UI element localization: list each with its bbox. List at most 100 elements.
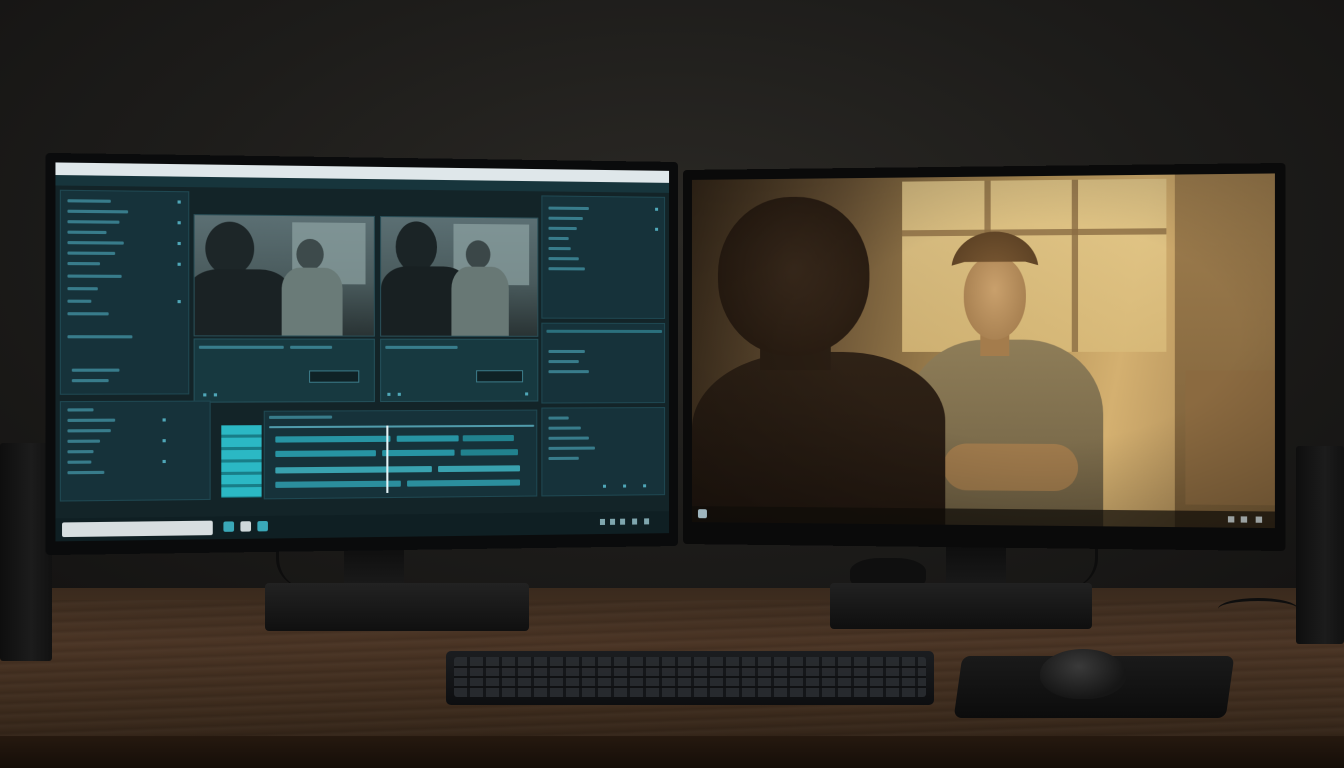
panel-icon[interactable] (602, 484, 607, 488)
program-toolbar[interactable] (385, 345, 458, 349)
tray-icon[interactable] (1255, 516, 1263, 523)
effects-row[interactable] (548, 206, 589, 211)
program-transport-controls (380, 338, 539, 403)
project-row[interactable] (67, 199, 111, 203)
tray-icon[interactable] (644, 518, 650, 525)
project-row[interactable] (67, 274, 122, 278)
panel-icon[interactable] (162, 418, 166, 422)
timeline-toolbar[interactable] (269, 415, 333, 419)
step-icon[interactable] (213, 393, 218, 397)
tray-icon[interactable] (1227, 516, 1235, 523)
source-toolbar[interactable] (198, 345, 284, 349)
video-clip[interactable] (275, 435, 391, 443)
step-icon[interactable] (397, 392, 401, 396)
source-timecode (309, 370, 360, 383)
project-row[interactable] (67, 230, 107, 235)
panel-icon[interactable] (162, 459, 166, 464)
app-icon[interactable] (257, 520, 268, 532)
panel-icon[interactable] (643, 484, 647, 488)
project-row[interactable] (67, 241, 124, 245)
properties-row[interactable] (548, 370, 589, 374)
desk-cable (1218, 598, 1298, 620)
program-viewer[interactable] (380, 215, 539, 337)
tray-icon[interactable] (632, 518, 638, 525)
settings-icon[interactable] (525, 392, 529, 396)
properties-row[interactable] (548, 349, 585, 353)
metadata-row[interactable] (548, 436, 589, 440)
metadata-row[interactable] (548, 426, 581, 430)
tray-icon[interactable] (620, 518, 626, 525)
tray-icon[interactable] (599, 518, 606, 525)
audio-meter-column (221, 425, 262, 498)
project-row[interactable] (67, 209, 129, 214)
properties-row[interactable] (548, 360, 579, 364)
metadata-row[interactable] (548, 416, 569, 420)
source-figure-body (193, 268, 291, 337)
audio-clip[interactable] (407, 479, 521, 487)
bin-row[interactable] (67, 408, 94, 412)
panel-icon[interactable] (655, 227, 659, 231)
effects-panel (541, 195, 666, 319)
keyboard[interactable] (446, 651, 934, 705)
timeline-ruler[interactable] (269, 424, 535, 429)
bin-row[interactable] (67, 450, 94, 454)
panel-icon[interactable] (655, 207, 659, 211)
program-subject-head (465, 240, 491, 269)
project-row[interactable] (67, 335, 133, 339)
project-row[interactable] (67, 312, 109, 316)
right-monitor-base (830, 583, 1092, 629)
project-row[interactable] (71, 379, 109, 383)
metadata-row[interactable] (548, 446, 595, 450)
desk-edge (0, 736, 1344, 768)
video-clip[interactable] (275, 450, 376, 458)
panel-icon[interactable] (177, 262, 181, 266)
right-speaker (1296, 446, 1344, 644)
project-row[interactable] (67, 251, 116, 255)
effects-row[interactable] (548, 216, 583, 221)
media-bin-panel (59, 400, 211, 502)
bin-row[interactable] (67, 429, 111, 433)
source-transport-controls (193, 338, 375, 403)
video-clip[interactable] (396, 435, 459, 442)
project-row[interactable] (67, 287, 98, 291)
play-icon[interactable] (203, 393, 207, 397)
effects-row[interactable] (548, 267, 585, 271)
bin-row[interactable] (67, 439, 101, 443)
source-viewer[interactable] (193, 214, 375, 337)
fullscreen-preview[interactable] (691, 173, 1275, 529)
bin-row[interactable] (67, 418, 116, 422)
folder-icon[interactable] (223, 521, 235, 532)
mouse[interactable] (1040, 649, 1126, 699)
effects-row[interactable] (548, 226, 577, 231)
video-clip[interactable] (462, 434, 514, 442)
effects-row[interactable] (548, 246, 571, 251)
metadata-row[interactable] (548, 456, 579, 461)
video-clip[interactable] (382, 449, 455, 457)
audio-clip[interactable] (438, 465, 521, 473)
app-icon[interactable] (240, 521, 252, 532)
play-icon[interactable] (387, 392, 391, 396)
panel-icon[interactable] (623, 484, 627, 488)
tray-icon[interactable] (1240, 516, 1248, 523)
project-row[interactable] (67, 261, 101, 266)
video-clip[interactable] (460, 449, 518, 456)
project-row[interactable] (71, 368, 120, 372)
panel-icon[interactable] (177, 200, 181, 204)
source-toolbar[interactable] (290, 345, 333, 349)
project-row[interactable] (67, 299, 92, 303)
effects-row[interactable] (548, 236, 569, 241)
audio-clip[interactable] (275, 466, 432, 474)
taskbar-search[interactable] (62, 520, 213, 538)
bin-row[interactable] (67, 460, 92, 464)
project-row[interactable] (67, 220, 120, 224)
panel-icon[interactable] (177, 221, 181, 225)
tray-icon[interactable] (610, 518, 616, 525)
playhead[interactable] (386, 425, 389, 493)
panel-icon[interactable] (162, 439, 166, 443)
panel-icon[interactable] (177, 300, 181, 304)
effects-row[interactable] (548, 257, 579, 261)
audio-clip[interactable] (275, 480, 401, 488)
windows-start-icon[interactable] (697, 509, 707, 519)
bin-row[interactable] (67, 470, 105, 475)
panel-icon[interactable] (177, 241, 181, 246)
